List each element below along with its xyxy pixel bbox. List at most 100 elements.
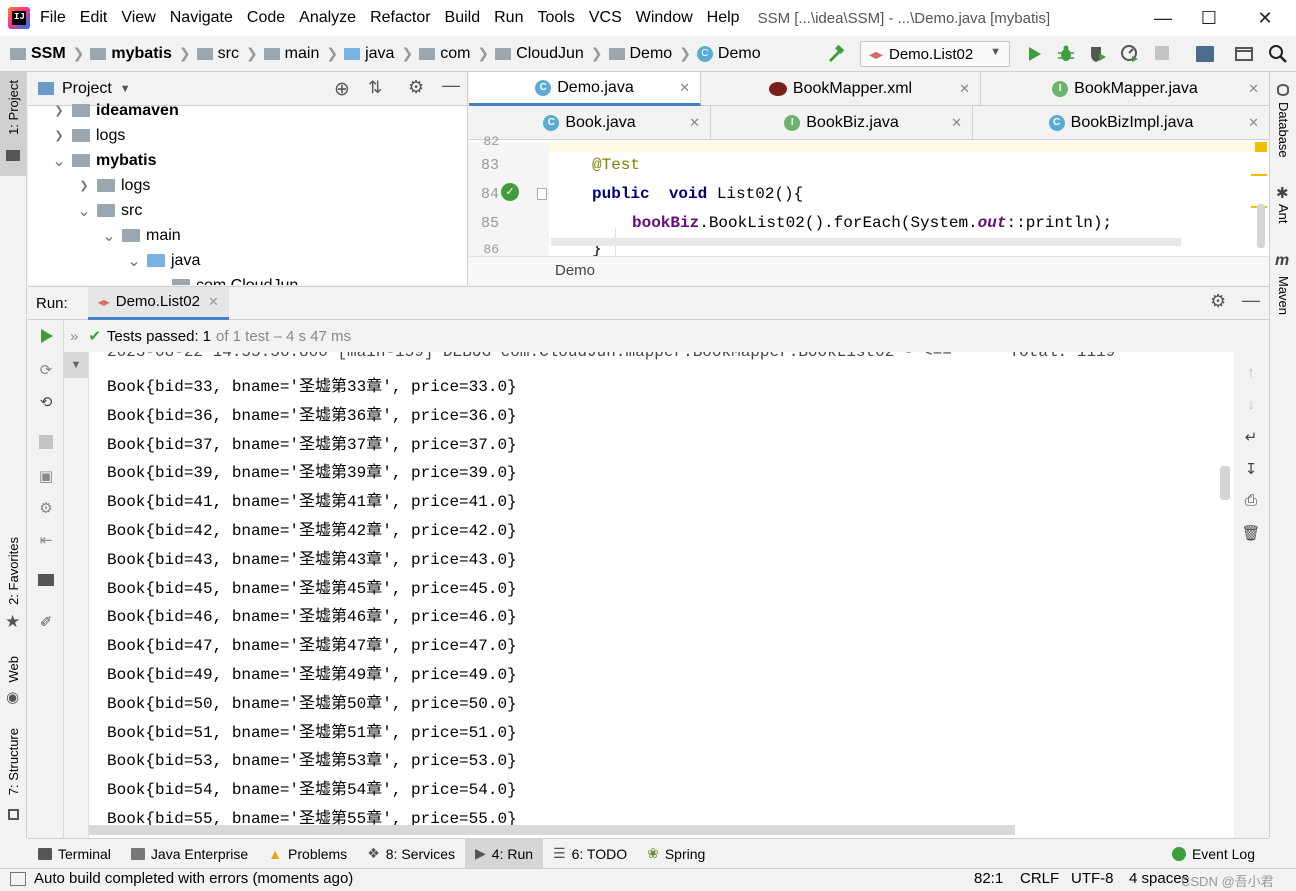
breadcrumb-ssm[interactable]: SSM ❯ — [10, 45, 84, 63]
project-panel-title[interactable]: Project — [62, 80, 112, 98]
tab-book-java[interactable]: C Book.java ✕ — [469, 106, 711, 140]
chevron-down-icon[interactable]: ▼ — [64, 352, 88, 378]
chevron-down-icon[interactable]: ⌄ — [77, 201, 91, 221]
collapse-all-icon[interactable]: ⇅ — [368, 78, 382, 98]
tab-bookbizimpl-java[interactable]: C BookBizImpl.java ✕ — [973, 106, 1269, 140]
tree-item[interactable]: ⌄ mybatis — [52, 148, 156, 173]
debug-icon[interactable] — [1056, 44, 1076, 64]
menu-build[interactable]: Build — [445, 9, 481, 27]
soft-wrap-icon[interactable]: ↵ — [1241, 428, 1261, 448]
import-tests-icon[interactable]: ⇤ — [36, 530, 56, 550]
tree-item[interactable]: ⌄ src — [77, 198, 142, 223]
tool-spring[interactable]: ❀ Spring — [637, 839, 715, 869]
toggle-auto-test-icon[interactable]: ⟲ — [36, 392, 56, 412]
breadcrumb-demo-class[interactable]: C Demo — [696, 45, 761, 63]
tree-item[interactable]: ❯ ideamaven — [52, 98, 178, 123]
menu-view[interactable]: View — [121, 9, 155, 27]
breadcrumb-src[interactable]: src ❯ — [196, 45, 258, 63]
menu-vcs[interactable]: VCS — [589, 9, 622, 27]
maven-icon[interactable]: m — [1275, 252, 1289, 270]
close-tab-icon[interactable]: ✕ — [689, 115, 700, 131]
menu-window[interactable]: Window — [636, 9, 693, 27]
console-horizontal-scrollbar[interactable] — [89, 825, 1015, 835]
menu-navigate[interactable]: Navigate — [170, 9, 233, 27]
editor-horizontal-scrollbar[interactable] — [551, 238, 1181, 246]
menu-code[interactable]: Code — [247, 9, 285, 27]
rerun-icon[interactable] — [36, 326, 56, 346]
print-icon[interactable]: ⎙ — [1241, 492, 1261, 512]
ant-icon[interactable]: ✱ — [1276, 184, 1289, 202]
warning-stripe-icon[interactable] — [1255, 142, 1267, 152]
tree-item[interactable]: ❯ logs — [52, 123, 125, 148]
tool-run[interactable]: ▶ 4: Run — [465, 838, 544, 869]
tree-item[interactable]: ⌄ main — [102, 223, 180, 248]
breadcrumb-main[interactable]: main ❯ — [263, 45, 338, 63]
chevron-down-icon[interactable]: ⌄ — [127, 251, 141, 271]
close-tab-icon[interactable]: ✕ — [1248, 115, 1259, 131]
close-tab-icon[interactable]: ✕ — [951, 115, 962, 131]
file-encoding[interactable]: UTF-8 — [1071, 870, 1114, 887]
close-tab-icon[interactable]: ✕ — [959, 81, 970, 97]
chevron-down-icon[interactable]: ⌄ — [152, 276, 166, 286]
tree-item[interactable]: ⌄ com.CloudJun — [152, 273, 298, 285]
trash-icon[interactable]: 🗑 — [1241, 524, 1261, 544]
menu-tools[interactable]: Tools — [537, 9, 574, 27]
run-with-coverage-icon[interactable] — [1088, 44, 1108, 64]
tab-bookmapper-java[interactable]: I BookMapper.java ✕ — [981, 72, 1269, 106]
layout-icon[interactable] — [36, 570, 56, 590]
arrow-up-icon[interactable]: ↑ — [1241, 364, 1261, 384]
hide-icon[interactable]: — — [1242, 290, 1260, 311]
menu-run[interactable]: Run — [494, 9, 523, 27]
hide-icon[interactable]: — — [442, 75, 460, 96]
stop-icon[interactable] — [1155, 46, 1169, 60]
fold-marker-icon[interactable] — [537, 188, 547, 200]
chevron-down-icon[interactable]: ▼ — [120, 83, 131, 95]
tool-event-log[interactable]: Event Log — [1162, 839, 1265, 869]
chevron-down-icon[interactable]: ⌄ — [102, 226, 116, 246]
arrow-down-icon[interactable]: ↓ — [1241, 396, 1261, 416]
breadcrumb-mybatis[interactable]: mybatis ❯ — [90, 45, 191, 63]
menu-help[interactable]: Help — [707, 9, 740, 27]
chevron-right-icon[interactable]: ❯ — [52, 129, 66, 142]
editor-scrollbar-thumb[interactable] — [1257, 204, 1265, 248]
breadcrumb-java[interactable]: java ❯ — [344, 45, 413, 63]
caret-position[interactable]: 82:1 — [974, 870, 1003, 887]
tool-terminal[interactable]: Terminal — [28, 839, 121, 869]
status-message[interactable]: Auto build completed with errors (moment… — [34, 870, 353, 887]
tab-run-demo-list02[interactable]: ◂▸ Demo.List02 ✕ — [87, 286, 229, 320]
run-test-gutter-icon[interactable]: ✓ — [501, 183, 519, 201]
presentation-mode-icon[interactable] — [1234, 44, 1254, 64]
console-scrollbar-thumb[interactable] — [1220, 466, 1230, 500]
tool-problems[interactable]: ▲ Problems — [258, 839, 357, 869]
structure-icon[interactable] — [8, 809, 19, 820]
profiler-icon[interactable] — [1120, 44, 1140, 64]
maven-tool-label[interactable]: Maven — [1276, 276, 1291, 315]
run-configuration-select[interactable]: ◂▸ Demo.List02 ▼ — [860, 41, 1010, 67]
pin-icon[interactable]: ✐ — [36, 612, 56, 632]
project-structure-icon[interactable] — [1196, 46, 1214, 62]
database-icon[interactable] — [1277, 84, 1289, 96]
close-tab-icon[interactable]: ✕ — [208, 294, 219, 310]
console-output[interactable]: 2023-08-22 14:55:56.800 [main-159] DEBUG… — [88, 352, 1234, 838]
settings-icon[interactable]: ⚙ — [36, 498, 56, 518]
gear-icon[interactable]: ⚙ — [408, 77, 424, 98]
chevron-right-icon[interactable]: ❯ — [52, 104, 66, 117]
chevron-down-icon[interactable]: ⌄ — [52, 151, 66, 171]
toggle-tool-windows-icon[interactable] — [10, 872, 26, 886]
editor-breadcrumb-item[interactable]: Demo — [555, 262, 595, 279]
run-icon[interactable] — [1024, 44, 1044, 64]
search-icon[interactable] — [1268, 44, 1288, 64]
project-tool-label[interactable]: 1: Project — [6, 80, 21, 135]
camera-icon[interactable]: ▣ — [36, 466, 56, 486]
breadcrumb-com[interactable]: com ❯ — [419, 45, 489, 63]
tool-java-enterprise[interactable]: Java Enterprise — [121, 839, 258, 869]
build-hammer-icon[interactable] — [826, 44, 846, 64]
tab-demo-java[interactable]: C Demo.java ✕ — [469, 72, 701, 106]
menu-edit[interactable]: Edit — [80, 9, 108, 27]
maximize-icon[interactable]: ☐ — [1186, 0, 1232, 36]
gear-icon[interactable]: ⚙ — [1210, 291, 1226, 312]
menu-file[interactable]: File — [40, 9, 66, 27]
ant-tool-label[interactable]: Ant — [1276, 204, 1291, 224]
expand-icon[interactable]: » — [70, 328, 78, 345]
chevron-right-icon[interactable]: ❯ — [77, 179, 91, 192]
